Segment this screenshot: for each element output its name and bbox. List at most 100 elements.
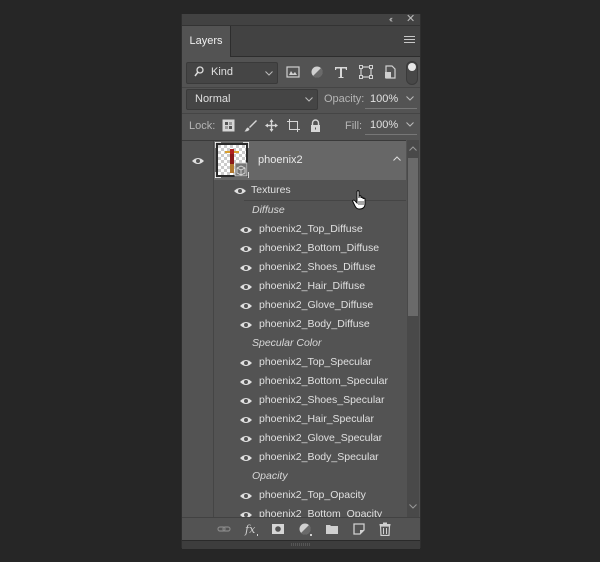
texture-name[interactable]: phoenix2_Hair_Specular [259,413,374,425]
texture-row[interactable]: phoenix2_Body_Diffuse [214,315,406,334]
new-group-icon[interactable] [325,522,339,536]
texture-name[interactable]: phoenix2_Bottom_Diffuse [259,242,379,254]
texture-name[interactable]: phoenix2_Body_Specular [259,451,379,463]
smart-object-filter-icon[interactable] [383,65,397,79]
scroll-up-icon[interactable] [409,146,417,151]
layer-row-phoenix2[interactable]: phoenix2 [214,141,406,180]
texture-name[interactable]: phoenix2_Glove_Specular [259,432,382,444]
grip-dots [291,543,311,546]
add-mask-icon[interactable] [271,522,285,536]
hand-cursor-icon [352,190,366,210]
filter-row: Kind [182,57,420,87]
lock-all-icon[interactable] [309,119,322,132]
texture-row[interactable]: phoenix2_Hair_Specular [214,410,406,429]
group-label: Specular Color [252,337,322,349]
texture-name[interactable]: phoenix2_Top_Opacity [259,489,366,501]
lock-label: Lock: [189,120,216,132]
kind-filter-select[interactable]: Kind [186,62,278,84]
delete-icon[interactable] [378,522,392,536]
eye-icon[interactable] [240,245,252,253]
link-layers-icon[interactable] [217,522,231,536]
eye-icon[interactable] [240,359,252,367]
texture-name[interactable]: phoenix2_Shoes_Specular [259,394,385,406]
panel-menu-icon[interactable] [404,36,415,45]
texture-row[interactable]: phoenix2_Top_Opacity [214,486,406,505]
eye-icon[interactable] [234,187,246,195]
texture-row[interactable]: phoenix2_Bottom_Specular [214,372,406,391]
eye-icon[interactable] [240,264,252,272]
kind-label: Kind [211,66,234,78]
layers-panel: ‹‹ ✕ Layers Kind Normal Opacity: 100% Lo… [181,14,421,549]
opacity-field[interactable]: 100% [365,89,417,109]
texture-row[interactable]: phoenix2_Hair_Diffuse [214,277,406,296]
panel-resize-grip[interactable] [182,540,420,549]
chevron-down-icon [406,122,414,127]
textures-row[interactable]: Textures [214,181,406,200]
fill-label: Fill: [345,120,363,132]
blend-row: Normal Opacity: 100% [182,88,420,112]
opacity-value: 100% [370,93,399,105]
tab-row: Layers [182,26,420,57]
filter-toggle[interactable] [406,61,418,85]
layer-thumbnail [215,142,249,178]
lock-position-icon[interactable] [265,119,278,132]
eye-icon[interactable] [240,397,252,405]
group-label: Diffuse [252,204,285,216]
type-filter-icon[interactable] [334,65,348,79]
eye-icon[interactable] [240,416,252,424]
collapse-arrow-icon[interactable] [393,156,401,161]
texture-row[interactable]: phoenix2_Shoes_Diffuse [214,258,406,277]
eye-icon[interactable] [240,283,252,291]
eye-icon[interactable] [240,226,252,234]
texture-name[interactable]: phoenix2_Top_Diffuse [259,223,363,235]
texture-name[interactable]: phoenix2_Top_Specular [259,356,372,368]
layers-list: phoenix2 Textures Diffuse phoenix2_Top_Di… [182,140,406,518]
double-chevron-left-icon[interactable]: ‹‹ [389,14,401,25]
chevron-down-icon [265,71,273,76]
texture-row[interactable]: phoenix2_Glove_Specular [214,429,406,448]
eye-icon[interactable] [240,492,252,500]
eye-icon[interactable] [240,378,252,386]
eye-icon[interactable] [240,454,252,462]
lock-transparent-pixels-icon[interactable] [222,119,235,132]
texture-row[interactable]: phoenix2_Top_Diffuse [214,220,406,239]
shape-filter-icon[interactable] [359,65,373,79]
blend-mode-select[interactable]: Normal [186,89,318,110]
close-icon[interactable]: ✕ [406,14,416,25]
scroll-down-icon[interactable] [409,504,417,509]
eye-icon[interactable] [192,157,204,165]
panel-footer: fx [182,517,420,540]
texture-name[interactable]: phoenix2_Glove_Diffuse [259,299,373,311]
texture-row[interactable]: phoenix2_Body_Specular [214,448,406,467]
texture-group-header: Diffuse [214,201,406,220]
scrollbar[interactable] [407,140,419,517]
tab-layers[interactable]: Layers [182,26,231,57]
visibility-column [182,141,214,518]
lock-image-pixels-icon[interactable] [244,119,257,132]
texture-name[interactable]: phoenix2_Bottom_Specular [259,375,388,387]
layer-name[interactable]: phoenix2 [258,154,303,166]
group-label: Opacity [252,470,288,482]
chevron-down-icon [305,97,313,102]
texture-name[interactable]: phoenix2_Shoes_Diffuse [259,261,376,273]
scrollbar-thumb[interactable] [408,158,418,316]
eye-icon[interactable] [240,302,252,310]
panel-titlebar: ‹‹ ✕ [182,14,420,26]
new-adjustment-icon[interactable] [298,522,312,536]
texture-row[interactable]: phoenix2_Top_Specular [214,353,406,372]
lock-artboard-icon[interactable] [287,119,300,132]
texture-row[interactable]: phoenix2_Shoes_Specular [214,391,406,410]
lock-row: Lock: Fill: 100% [182,114,420,138]
adjustment-filter-icon[interactable] [310,65,324,79]
pixel-filter-icon[interactable] [286,65,300,79]
eye-icon[interactable] [240,435,252,443]
texture-row[interactable]: phoenix2_Bottom_Diffuse [214,239,406,258]
fill-field[interactable]: 100% [365,115,417,135]
new-layer-icon[interactable] [352,522,366,536]
eye-icon[interactable] [240,321,252,329]
fx-icon[interactable]: fx [244,522,258,536]
texture-name[interactable]: phoenix2_Hair_Diffuse [259,280,365,292]
texture-name[interactable]: phoenix2_Body_Diffuse [259,318,370,330]
texture-row[interactable]: phoenix2_Glove_Diffuse [214,296,406,315]
opacity-label: Opacity: [324,93,365,105]
